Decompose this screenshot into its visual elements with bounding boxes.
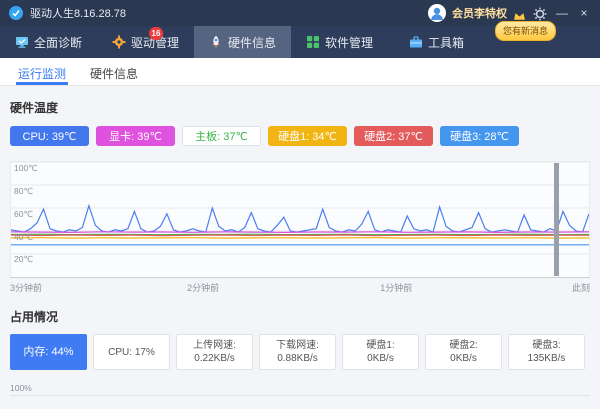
usage-chart-gridline xyxy=(10,395,590,396)
subtab-hardware-info[interactable]: 硬件信息 xyxy=(78,58,150,85)
subtab-running-monitor[interactable]: 运行监测 xyxy=(6,58,78,85)
usage-value: 0.88KB/s xyxy=(277,352,318,365)
x-axis-labels: 3分钟前 2分钟前 1分钟前 此刻 xyxy=(10,281,590,295)
driver-update-badge: 16 xyxy=(149,27,163,40)
y-axis-tick: 60℃ xyxy=(14,209,33,220)
tab-software-management[interactable]: 软件管理 xyxy=(291,26,388,58)
toolbox-icon xyxy=(409,35,423,49)
temp-chip-disk3[interactable]: 硬盘3: 28℃ xyxy=(440,126,519,146)
usage-box-memory[interactable]: 内存: 44% xyxy=(10,334,87,370)
x-axis-tick: 1分钟前 xyxy=(380,281,412,294)
member-label[interactable]: 会员李特权 xyxy=(452,5,507,21)
tab-toolbox[interactable]: 工具箱 xyxy=(388,26,485,58)
titlebar: 驱动人生8.16.28.78 会员李特权 — × 您有新消息 xyxy=(0,0,600,26)
x-axis-tick: 2分钟前 xyxy=(187,281,219,294)
usage-label: 内存: 44% xyxy=(23,346,73,359)
crown-icon xyxy=(513,8,526,19)
chart-time-slider[interactable] xyxy=(554,163,559,276)
nav-tab-label: 软件管理 xyxy=(325,34,373,51)
monitor-icon xyxy=(15,35,29,49)
usage-box-disk3[interactable]: 硬盘3: 135KB/s xyxy=(508,334,585,370)
tab-hardware-info[interactable]: 硬件信息 xyxy=(194,26,291,58)
content-area: 硬件温度 CPU: 39℃ 显卡: 39℃ 主板: 37℃ 硬盘1: 34℃ 硬… xyxy=(0,99,600,396)
titlebar-controls: 会员李特权 — × xyxy=(428,4,592,22)
temperature-chart: 100℃ 80℃ 60℃ 40℃ 20℃ xyxy=(10,161,590,278)
usage-value: 0.22KB/s xyxy=(194,352,235,365)
nav-tab-label: 工具箱 xyxy=(428,34,464,51)
app-logo-icon xyxy=(8,5,24,21)
y-axis-tick: 40℃ xyxy=(14,232,33,243)
y-axis-tick: 80℃ xyxy=(14,186,33,197)
gear-icon xyxy=(112,35,126,49)
nav-tab-label: 硬件信息 xyxy=(228,34,276,51)
y-axis-tick: 20℃ xyxy=(14,254,33,265)
x-axis-tick: 此刻 xyxy=(572,281,590,294)
usage-section-title: 占用情况 xyxy=(10,308,590,325)
new-message-tooltip[interactable]: 您有新消息 xyxy=(495,21,556,41)
usage-label: 硬盘1: xyxy=(366,339,394,352)
usage-label: CPU: 17% xyxy=(108,346,155,359)
usage-label: 上传网速: xyxy=(193,339,236,352)
usage-value: 0KB/s xyxy=(367,352,394,365)
usage-label: 硬盘3: xyxy=(532,339,560,352)
app-title: 驱动人生8.16.28.78 xyxy=(30,5,126,21)
temperature-section-title: 硬件温度 xyxy=(10,99,590,116)
usage-box-download[interactable]: 下载网速: 0.88KB/s xyxy=(259,334,336,370)
settings-gear-icon[interactable] xyxy=(532,6,548,21)
grid-icon xyxy=(306,35,320,49)
usage-box-upload[interactable]: 上传网速: 0.22KB/s xyxy=(176,334,253,370)
temp-chip-disk1[interactable]: 硬盘1: 34℃ xyxy=(268,126,347,146)
nav-tab-label: 全面诊断 xyxy=(34,34,82,51)
usage-box-disk1[interactable]: 硬盘1: 0KB/s xyxy=(342,334,419,370)
temperature-chips: CPU: 39℃ 显卡: 39℃ 主板: 37℃ 硬盘1: 34℃ 硬盘2: 3… xyxy=(10,126,590,146)
close-icon[interactable]: × xyxy=(576,6,592,21)
user-avatar[interactable] xyxy=(428,4,446,22)
usage-boxes: 内存: 44% CPU: 17% 上传网速: 0.22KB/s 下载网速: 0.… xyxy=(10,334,590,370)
temp-chip-cpu[interactable]: CPU: 39℃ xyxy=(10,126,89,146)
usage-chart-top-tick: 100% xyxy=(10,383,590,393)
usage-label: 下载网速: xyxy=(276,339,319,352)
temp-chip-mainboard[interactable]: 主板: 37℃ xyxy=(182,126,261,146)
sub-tabs: 运行监测 硬件信息 xyxy=(0,58,600,86)
usage-box-disk2[interactable]: 硬盘2: 0KB/s xyxy=(425,334,502,370)
rocket-icon xyxy=(209,35,223,49)
temperature-chart-svg xyxy=(11,162,589,277)
usage-chart-partial: 100% xyxy=(10,383,590,396)
usage-value: 0KB/s xyxy=(450,352,477,365)
usage-label: 硬盘2: xyxy=(449,339,477,352)
usage-value: 135KB/s xyxy=(528,352,566,365)
minimize-icon[interactable]: — xyxy=(554,6,570,21)
app-window: 驱动人生8.16.28.78 会员李特权 — × 您有新消息 全面诊断 xyxy=(0,0,600,409)
temp-chip-gpu[interactable]: 显卡: 39℃ xyxy=(96,126,175,146)
x-axis-tick: 3分钟前 xyxy=(10,281,42,294)
tab-driver-management[interactable]: 驱动管理 16 xyxy=(97,26,194,58)
y-axis-tick: 100℃ xyxy=(14,163,38,174)
tab-full-diagnosis[interactable]: 全面诊断 xyxy=(0,26,97,58)
usage-box-cpu[interactable]: CPU: 17% xyxy=(93,334,170,370)
temp-chip-disk2[interactable]: 硬盘2: 37℃ xyxy=(354,126,433,146)
